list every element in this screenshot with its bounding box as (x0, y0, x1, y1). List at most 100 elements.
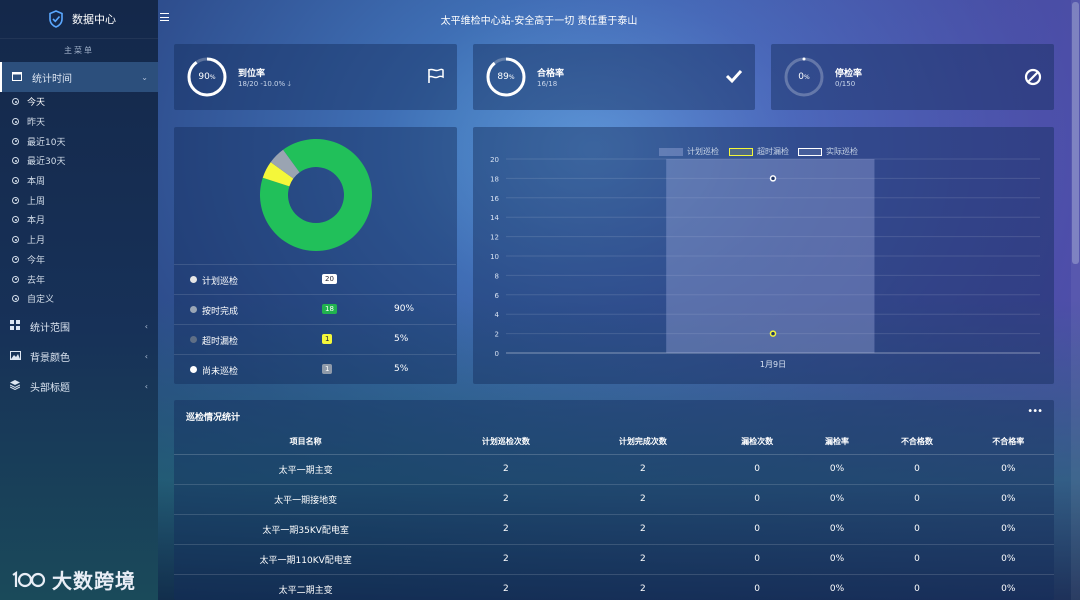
y-tick-label: 18 (490, 175, 499, 183)
time-option-label: 今天 (27, 98, 46, 109)
column-header[interactable]: 漏检率 (802, 430, 872, 455)
time-option-label: 最近10天 (27, 137, 66, 148)
table-cell: 2 (574, 454, 712, 485)
table-cell: 0 (711, 484, 803, 515)
radio-dot-icon (12, 236, 19, 244)
kpi-card-stop-rate: 0% 停检率 0/150 (771, 44, 1054, 110)
table-row[interactable]: 太平一期接地变 2 2 0 0% 0 0% (174, 484, 1054, 515)
sidebar-item-bg-color[interactable]: 背景颜色 ‹ (0, 342, 158, 372)
table-body: 太平一期主变 2 2 0 0% 0 0% 太平一期接地变 2 2 0 0% 0 0% 太平一期35KV配电室… (174, 454, 1054, 600)
table-cell: 2 (574, 544, 712, 575)
y-tick-label: 8 (495, 272, 499, 280)
kpi-card-pass-rate: 89% 合格率 16/18 (473, 44, 755, 110)
legend-item-planned[interactable]: 计划巡检 (659, 146, 719, 157)
table-cell: 太平一期110KV配电室 (174, 544, 438, 575)
inspection-chart-panel: 计划巡检 超时漏检 实际巡检 0 2 4 6 8 10 12 14 16 18 20 1月9日 (473, 127, 1054, 384)
radio-dot-icon (12, 255, 19, 263)
bar-planned[interactable] (666, 159, 875, 353)
kpi-value: 90% (198, 72, 216, 82)
point-actual[interactable] (769, 175, 777, 182)
table-cell: 2 (574, 484, 712, 515)
y-tick-label: 16 (490, 195, 499, 203)
sidebar-item-stat-range[interactable]: 统计范围 ‹ (0, 312, 158, 342)
y-tick-label: 6 (495, 292, 500, 300)
legend-item-overdue[interactable]: 超时漏检 (729, 146, 789, 157)
table-cell: 0% (962, 514, 1054, 545)
sidebar-item-header-title[interactable]: 头部标题 ‹ (0, 372, 158, 402)
table-cell: 0% (802, 484, 872, 515)
brand[interactable]: 数据中心 (0, 0, 158, 38)
time-option-label: 去年 (27, 275, 46, 286)
time-option[interactable]: 最近30天 (0, 151, 158, 171)
donut-chart (260, 138, 373, 251)
time-option[interactable]: 本周 (0, 171, 158, 191)
time-option[interactable]: 昨天 (0, 112, 158, 132)
flag-icon (428, 68, 444, 83)
time-option[interactable]: 最近10天 (0, 131, 158, 151)
table-cell: 0 (871, 454, 963, 485)
column-header[interactable]: 不合格率 (962, 430, 1054, 455)
time-options: 今天昨天最近10天最近30天 本周上周本月 上月今年去年自定义 (0, 92, 158, 309)
table-cell: 0 (871, 544, 963, 575)
column-header[interactable]: 计划巡检次数 (437, 430, 575, 455)
summary-label: 尚未巡检 (202, 367, 239, 377)
column-header[interactable]: 漏检次数 (711, 430, 803, 455)
stats-table-panel: 巡检情况统计 ••• 项目名称 计划巡检次数 计划完成次数 漏检次数 漏检率 不合格数 不合… (174, 400, 1054, 600)
table-row[interactable]: 太平一期主变 2 2 0 0% 0 0% (174, 454, 1054, 485)
time-option-label: 今年 (27, 255, 46, 266)
sidebar-item-label: 背景颜色 (30, 353, 70, 365)
legend-swatch (659, 147, 683, 156)
column-header[interactable]: 不合格数 (871, 430, 963, 455)
kpi-detail: 16/18 (537, 80, 558, 88)
table-cell: 0% (962, 454, 1054, 485)
time-option-label: 上周 (27, 196, 46, 207)
table-cell: 太平一期接地变 (174, 484, 438, 515)
more-icon[interactable]: ••• (1027, 406, 1043, 417)
table-cell: 0 (711, 514, 803, 545)
column-header[interactable]: 计划完成次数 (574, 430, 712, 455)
summary-percent: 5% (394, 334, 409, 344)
sidebar-item-label: 统计时间 (32, 73, 72, 85)
legend-dot (190, 336, 197, 343)
table-cell: 2 (437, 484, 575, 515)
summary-label: 计划巡检 (202, 277, 239, 287)
arrow-down-icon: 🡓 (287, 80, 292, 88)
time-option[interactable]: 上周 (0, 190, 158, 210)
table-cell: 0% (802, 544, 872, 575)
image-icon (10, 350, 22, 363)
table-cell: 2 (437, 454, 575, 485)
legend-dot (190, 306, 197, 313)
table-header-row: 项目名称 计划巡检次数 计划完成次数 漏检次数 漏检率 不合格数 不合格率 (174, 430, 1054, 455)
topbar: 太平维检中心站-安全高于一切 责任重于泰山 (158, 0, 1080, 38)
sidebar-item-stat-time[interactable]: 统计时间 ⌄ (0, 62, 158, 92)
time-option[interactable]: 自定义 (0, 289, 158, 309)
legend-swatch (729, 147, 753, 156)
count-badge: 1 (322, 364, 333, 374)
table-row[interactable]: 太平一期35KV配电室 2 2 0 0% 0 0% (174, 514, 1054, 545)
time-option[interactable]: 今年 (0, 250, 158, 270)
sidebar: 数据中心 主菜单 统计时间 ⌄ 今天 昨天 最近10天 最近30天 本周 上周 本月 上月 今年… (0, 0, 158, 600)
table-row[interactable]: 太平一期110KV配电室 2 2 0 0% 0 0% (174, 544, 1054, 575)
time-option[interactable]: 上月 (0, 230, 158, 250)
sidebar-item-label: 头部标题 (30, 383, 70, 395)
table-cell: 0% (962, 574, 1054, 600)
time-option[interactable]: 去年 (0, 269, 158, 289)
point-overdue[interactable] (769, 330, 777, 337)
time-option[interactable]: 本月 (0, 210, 158, 230)
radio-dot-icon (12, 118, 19, 126)
legend-item-actual[interactable]: 实际巡检 (798, 146, 858, 157)
scrollbar-thumb[interactable] (1072, 2, 1079, 264)
table-cell: 0 (711, 544, 803, 575)
table-row[interactable]: 太平二期主变 2 2 0 0% 0 0% (174, 574, 1054, 600)
summary-row: 超时漏检 1 5% (174, 324, 456, 354)
table-cell: 2 (574, 514, 712, 545)
table-cell: 0% (802, 454, 872, 485)
table-cell: 太平一期主变 (174, 454, 438, 485)
column-header[interactable]: 项目名称 (174, 430, 438, 455)
page-scrollbar[interactable] (1071, 0, 1080, 600)
stats-table: 项目名称 计划巡检次数 计划完成次数 漏检次数 漏检率 不合格数 不合格率 太平一期主变 2 2… (174, 430, 1054, 600)
summary-percent: 5% (394, 364, 409, 374)
table-cell: 2 (437, 574, 575, 600)
time-option[interactable]: 今天 (0, 92, 158, 112)
table-cell: 0 (871, 484, 963, 515)
